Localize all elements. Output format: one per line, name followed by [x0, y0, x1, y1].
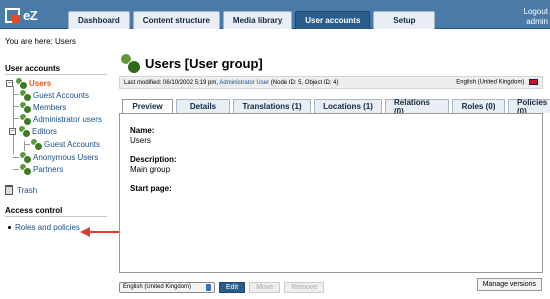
- user-group-icon: [16, 78, 28, 90]
- page-title-text: Users [User group]: [145, 55, 263, 71]
- tab-relations[interactable]: Relations (0): [385, 98, 449, 116]
- tab-roles[interactable]: Roles (0): [452, 99, 505, 113]
- description-label: Description:: [130, 155, 177, 164]
- logo-icon: [5, 7, 20, 23]
- divider: [5, 216, 107, 217]
- tab-details[interactable]: Details: [176, 99, 230, 113]
- divider: [5, 74, 107, 75]
- tree-item-partners[interactable]: Partners: [20, 164, 63, 176]
- remove-button[interactable]: Remove: [284, 281, 325, 293]
- collapse-icon[interactable]: −: [6, 79, 13, 87]
- current-user-label: admin: [526, 17, 548, 26]
- tree-line: [13, 106, 19, 107]
- main-nav-tabs: Dashboard Content structure Media librar…: [68, 11, 436, 29]
- tree-item-label[interactable]: Members: [33, 103, 66, 112]
- last-modified-info: Last modified: 06/10/2002 5:19 pm, Admin…: [124, 80, 338, 86]
- tab-translations[interactable]: Translations (1): [233, 99, 311, 113]
- user-group-icon: [20, 152, 32, 164]
- tab-setup[interactable]: Setup: [373, 11, 436, 29]
- tab-locations[interactable]: Locations (1): [314, 99, 382, 113]
- ez-logo[interactable]: eZ: [5, 6, 45, 24]
- user-group-icon: [20, 164, 32, 176]
- start-page-field: Start page:: [130, 184, 172, 194]
- tree-item-anonymous-users[interactable]: Anonymous Users: [20, 152, 98, 164]
- tree-line: [13, 169, 19, 170]
- tab-dashboard[interactable]: Dashboard: [68, 11, 130, 29]
- tree-line: [13, 94, 19, 95]
- name-label: Name:: [130, 126, 155, 135]
- tree-item-editors[interactable]: − Editors: [9, 126, 57, 138]
- object-language: English (United Kingdom): [456, 79, 538, 86]
- tab-content-structure[interactable]: Content structure: [132, 11, 220, 29]
- tab-policies[interactable]: Policies (0): [508, 98, 550, 116]
- name-value: Users: [130, 136, 151, 145]
- page-title: Users [User group]: [121, 54, 263, 74]
- user-accounts-heading: User accounts: [5, 64, 61, 73]
- modifier-user-link[interactable]: Administrator User: [219, 80, 269, 86]
- tree-item-administrator-users[interactable]: Administrator users: [20, 114, 102, 126]
- tree-line: [24, 141, 25, 151]
- trash-label[interactable]: Trash: [17, 186, 37, 195]
- user-group-icon: [19, 126, 31, 138]
- user-group-icon: [20, 102, 32, 114]
- tree-item-members[interactable]: Members: [20, 102, 66, 114]
- object-info-bar: Last modified: 06/10/2002 5:19 pm, Admin…: [119, 76, 543, 89]
- tree-line: [13, 86, 14, 154]
- left-menu: User accounts − Users Guest Accounts Mem…: [0, 54, 154, 299]
- trash-icon: [5, 185, 13, 195]
- roles-and-policies-item[interactable]: Roles and policies: [8, 223, 80, 232]
- edit-button[interactable]: Edit: [219, 281, 246, 293]
- breadcrumb: You are here: Users: [5, 37, 76, 46]
- start-page-label: Start page:: [130, 184, 172, 193]
- tree-item-label[interactable]: Users: [29, 79, 51, 88]
- tree-item-label[interactable]: Editors: [32, 127, 57, 136]
- move-button[interactable]: Move: [249, 281, 281, 293]
- description-field: Description: Main group: [130, 155, 177, 175]
- tree-item-label[interactable]: Anonymous Users: [33, 153, 98, 162]
- tab-user-accounts[interactable]: User accounts: [295, 11, 371, 29]
- tree-item-label[interactable]: Administrator users: [33, 115, 102, 124]
- bullet-icon: [8, 226, 11, 229]
- tree-line: [13, 118, 19, 119]
- manage-versions-button[interactable]: Manage versions: [476, 278, 542, 291]
- user-links: Logout admin: [524, 7, 548, 27]
- tab-preview[interactable]: Preview: [122, 99, 173, 113]
- description-value: Main group: [130, 165, 171, 174]
- user-group-icon: [121, 54, 141, 74]
- top-header-bar: eZ Dashboard Content structure Media lib…: [0, 0, 550, 29]
- collapse-icon[interactable]: −: [9, 127, 16, 135]
- access-control-heading: Access control: [5, 206, 63, 215]
- select-arrow-icon: [206, 283, 211, 291]
- roles-and-policies-link[interactable]: Roles and policies: [15, 223, 80, 232]
- user-group-icon: [20, 114, 32, 126]
- tree-line: [13, 157, 19, 158]
- logout-link[interactable]: Logout: [524, 7, 548, 17]
- last-modified-text: Last modified: 06/10/2002 5:19 pm,: [124, 79, 219, 86]
- tree-item-label[interactable]: Guest Accounts: [33, 91, 89, 100]
- language-select[interactable]: English (United Kingdom): [119, 281, 215, 293]
- language-label: English (United Kingdom): [456, 79, 525, 86]
- user-group-icon: [20, 90, 32, 102]
- tree-line: [24, 144, 30, 145]
- node-object-ids: (Node ID: 5, Object ID: 4): [270, 79, 339, 86]
- tree-item-users[interactable]: − Users: [6, 78, 51, 90]
- name-field: Name: Users: [130, 126, 154, 146]
- content-tabs: Preview Details Translations (1) Locatio…: [122, 98, 550, 116]
- tree-item-label[interactable]: Partners: [33, 165, 63, 174]
- tree-item-label[interactable]: Guest Accounts: [44, 140, 100, 149]
- tree-item-editors-guest-accounts[interactable]: Guest Accounts: [31, 139, 100, 151]
- tree-item-guest-accounts[interactable]: Guest Accounts: [20, 90, 89, 102]
- trash-link[interactable]: Trash: [5, 185, 37, 195]
- preview-panel: Name: Users Description: Main group Star…: [119, 113, 543, 273]
- user-group-icon: [31, 139, 43, 151]
- tab-media-library[interactable]: Media library: [222, 11, 293, 29]
- logo-text: eZ: [23, 7, 38, 23]
- language-select-value: English (United Kingdom): [123, 284, 192, 290]
- uk-flag-icon: [529, 79, 538, 86]
